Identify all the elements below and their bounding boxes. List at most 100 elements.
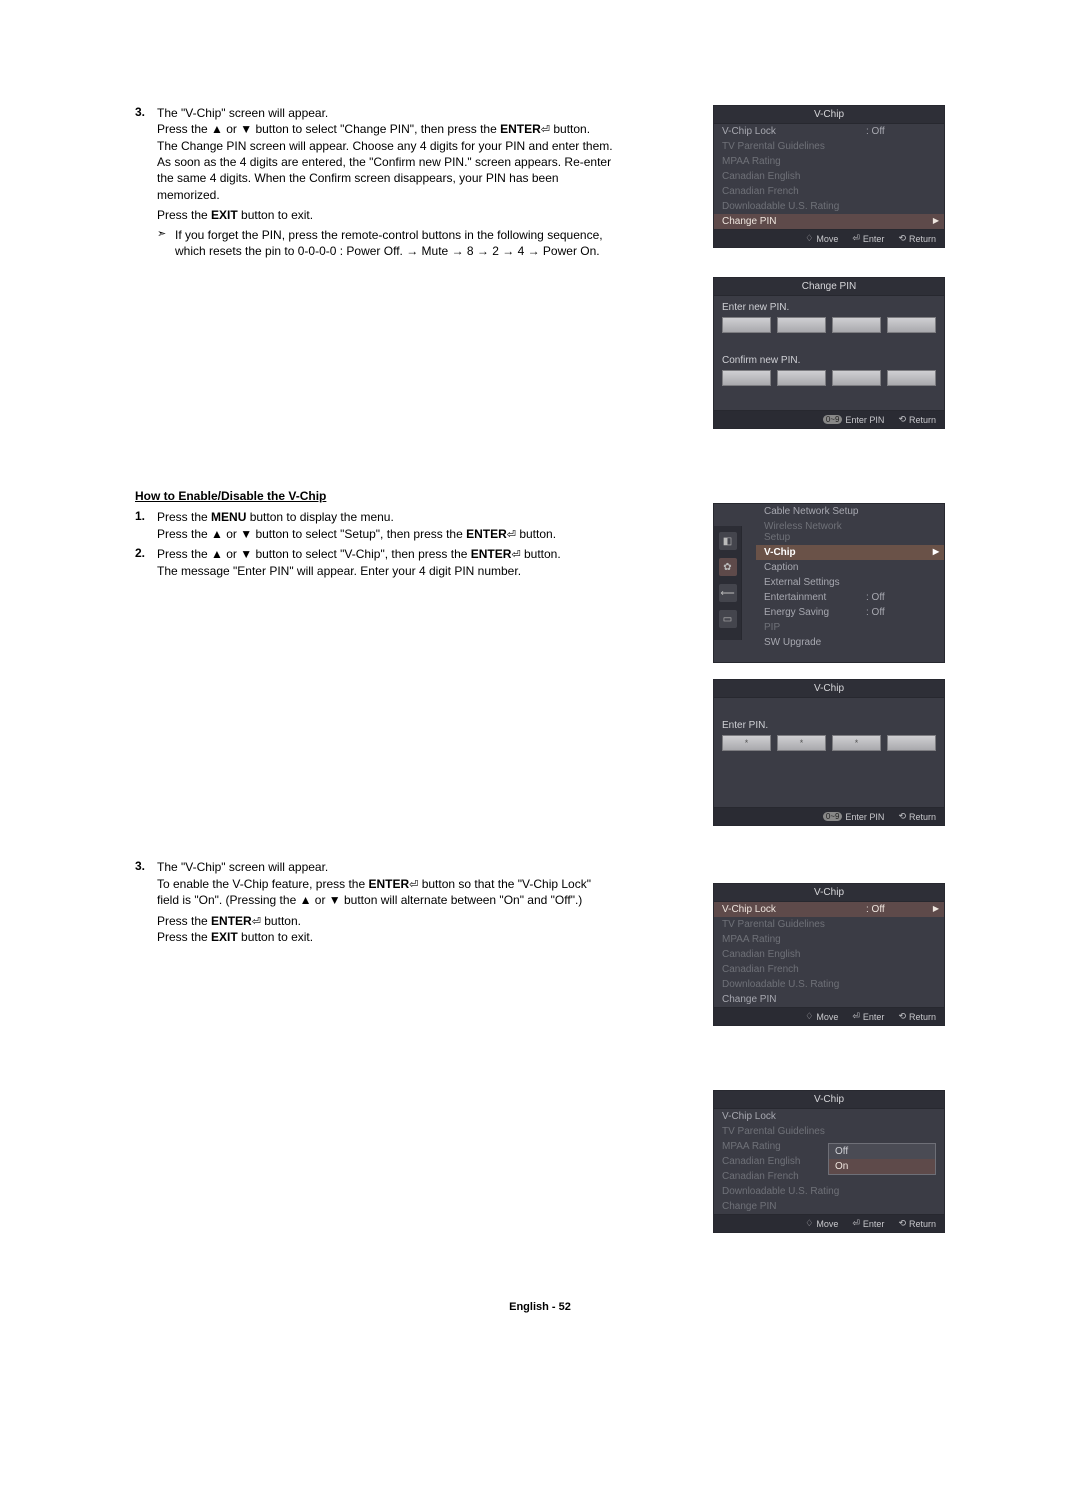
setup-side-tabs: ◧ ✿ ⟵ ▭ xyxy=(714,526,742,640)
line: Press the ▲ or ▼ button to select "Chang… xyxy=(157,122,500,136)
move-hint: ♢ Move xyxy=(805,1218,838,1229)
step-number: 3. xyxy=(135,859,157,873)
pin-digit[interactable] xyxy=(832,370,881,386)
menu-item[interactable]: Entertainment: Off xyxy=(756,590,944,605)
line: Press the ▲ or ▼ button to select "Setup… xyxy=(157,527,466,541)
return-hint: ⟲ Return xyxy=(898,1011,936,1022)
option-on[interactable]: On xyxy=(829,1159,935,1174)
menu-label: Canadian French xyxy=(722,964,866,975)
line: Press the xyxy=(157,914,211,928)
pin-digit[interactable]: * xyxy=(722,735,771,751)
menu-item[interactable]: Change PIN xyxy=(714,992,944,1007)
line: Press the xyxy=(157,930,211,944)
menu-item[interactable]: SW Upgrade xyxy=(756,635,944,650)
menu-value xyxy=(866,1126,936,1137)
pin-digit[interactable] xyxy=(887,370,936,386)
pin-entry-new xyxy=(714,317,944,339)
menu-value xyxy=(866,622,936,633)
line: button to exit. xyxy=(238,930,313,944)
pin-digit[interactable] xyxy=(887,735,936,751)
menu-value xyxy=(866,201,936,212)
osd-vchip-menu: V-Chip V-Chip Lock: OffTV Parental Guide… xyxy=(713,105,945,248)
pin-reset-note: ➣ If you forget the PIN, press the remot… xyxy=(135,227,613,259)
menu-value: : Off xyxy=(866,607,936,618)
menu-item[interactable]: V-Chip Lock: Off xyxy=(714,124,944,139)
pin-digit[interactable] xyxy=(832,317,881,333)
menu-item: PIP xyxy=(756,620,944,635)
menu-item[interactable]: Caption xyxy=(756,560,944,575)
menu-value xyxy=(866,547,936,558)
menu-value xyxy=(866,506,936,517)
menu-value xyxy=(866,919,936,930)
pin-digit[interactable]: * xyxy=(777,735,826,751)
section-title: How to Enable/Disable the V-Chip xyxy=(135,489,613,503)
osd-vchip-lock-dropdown: V-Chip V-Chip LockTV Parental Guidelines… xyxy=(713,1090,945,1233)
menu-value xyxy=(866,964,936,975)
pin-digit[interactable] xyxy=(722,317,771,333)
osd-title: V-Chip xyxy=(714,680,944,698)
tab-icon[interactable]: ◧ xyxy=(719,532,737,550)
menu-label: Downloadable U.S. Rating xyxy=(722,1186,866,1197)
menu-item: TV Parental Guidelines xyxy=(714,917,944,932)
line: The "V-Chip" screen will appear. xyxy=(157,106,328,120)
menu-item: Change PIN xyxy=(714,1199,944,1214)
tab-icon[interactable]: ⟵ xyxy=(719,584,737,602)
pin-digit[interactable] xyxy=(887,317,936,333)
menu-item: Downloadable U.S. Rating xyxy=(714,199,944,214)
menu-label: Caption xyxy=(764,562,866,573)
kw-exit: EXIT xyxy=(211,208,238,222)
menu-value xyxy=(866,1186,936,1197)
tab-icon[interactable]: ✿ xyxy=(719,558,737,576)
enter-hint: ⏎ Enter xyxy=(852,1011,884,1022)
menu-item: Canadian French xyxy=(714,962,944,977)
menu-item: TV Parental Guidelines xyxy=(714,1124,944,1139)
menu-item[interactable]: V-Chip Lock: Off xyxy=(714,902,944,917)
menu-item[interactable]: Change PIN xyxy=(714,214,944,229)
osd-title: V-Chip xyxy=(714,884,944,902)
menu-item[interactable]: V-Chip xyxy=(756,545,944,560)
osd-button-bar: 0~9 Enter PIN ⟲ Return xyxy=(714,410,944,428)
menu-value xyxy=(866,156,936,167)
osd-title: Change PIN xyxy=(714,278,944,296)
kw-menu: MENU xyxy=(211,510,246,524)
osd-button-bar: ♢ Move ⏎ Enter ⟲ Return xyxy=(714,229,944,247)
menu-item[interactable]: Cable Network Setup xyxy=(756,504,944,519)
line: button. xyxy=(521,547,561,561)
enter-icon: ⏎ xyxy=(507,528,516,543)
menu-value xyxy=(866,171,936,182)
move-hint: ♢ Move xyxy=(805,233,838,244)
menu-label: V-Chip Lock xyxy=(722,904,866,915)
step-number: 1. xyxy=(135,509,157,523)
numpad-hint: 0~9 Enter PIN xyxy=(823,414,885,425)
menu-label: Downloadable U.S. Rating xyxy=(722,979,866,990)
kw-enter: ENTER xyxy=(368,877,409,891)
vchip-lock-dropdown[interactable]: Off On xyxy=(828,1143,936,1175)
menu-item: Canadian English xyxy=(714,947,944,962)
line: button to display the menu. xyxy=(246,510,393,524)
tab-icon[interactable]: ▭ xyxy=(719,610,737,628)
osd-items: V-Chip LockTV Parental GuidelinesMPAA Ra… xyxy=(714,1109,944,1214)
pin-digit[interactable] xyxy=(777,370,826,386)
menu-label: V-Chip Lock xyxy=(722,1111,866,1122)
setup-items: Cable Network SetupWireless Network Setu… xyxy=(756,504,944,650)
pin-digit[interactable]: * xyxy=(832,735,881,751)
pin-digit[interactable] xyxy=(722,370,771,386)
pin-digit[interactable] xyxy=(777,317,826,333)
menu-label: External Settings xyxy=(764,577,866,588)
line: Press the xyxy=(157,208,211,222)
menu-label: SW Upgrade xyxy=(764,637,866,648)
page-content: 3. The "V-Chip" screen will appear. Pres… xyxy=(135,105,945,948)
menu-value xyxy=(866,562,936,573)
menu-label: V-Chip Lock xyxy=(722,126,866,137)
menu-item[interactable]: External Settings xyxy=(756,575,944,590)
step3b: 3. The "V-Chip" screen will appear. To e… xyxy=(135,859,613,945)
menu-label: Change PIN xyxy=(722,1201,866,1212)
note-text: If you forget the PIN, press the remote-… xyxy=(175,227,613,259)
menu-item: Canadian French xyxy=(714,184,944,199)
option-off[interactable]: Off xyxy=(829,1144,935,1159)
line: button. xyxy=(516,527,556,541)
menu-value xyxy=(866,216,936,227)
menu-item[interactable]: Energy Saving: Off xyxy=(756,605,944,620)
menu-item[interactable]: V-Chip Lock xyxy=(714,1109,944,1124)
menu-item: MPAA Rating xyxy=(714,932,944,947)
